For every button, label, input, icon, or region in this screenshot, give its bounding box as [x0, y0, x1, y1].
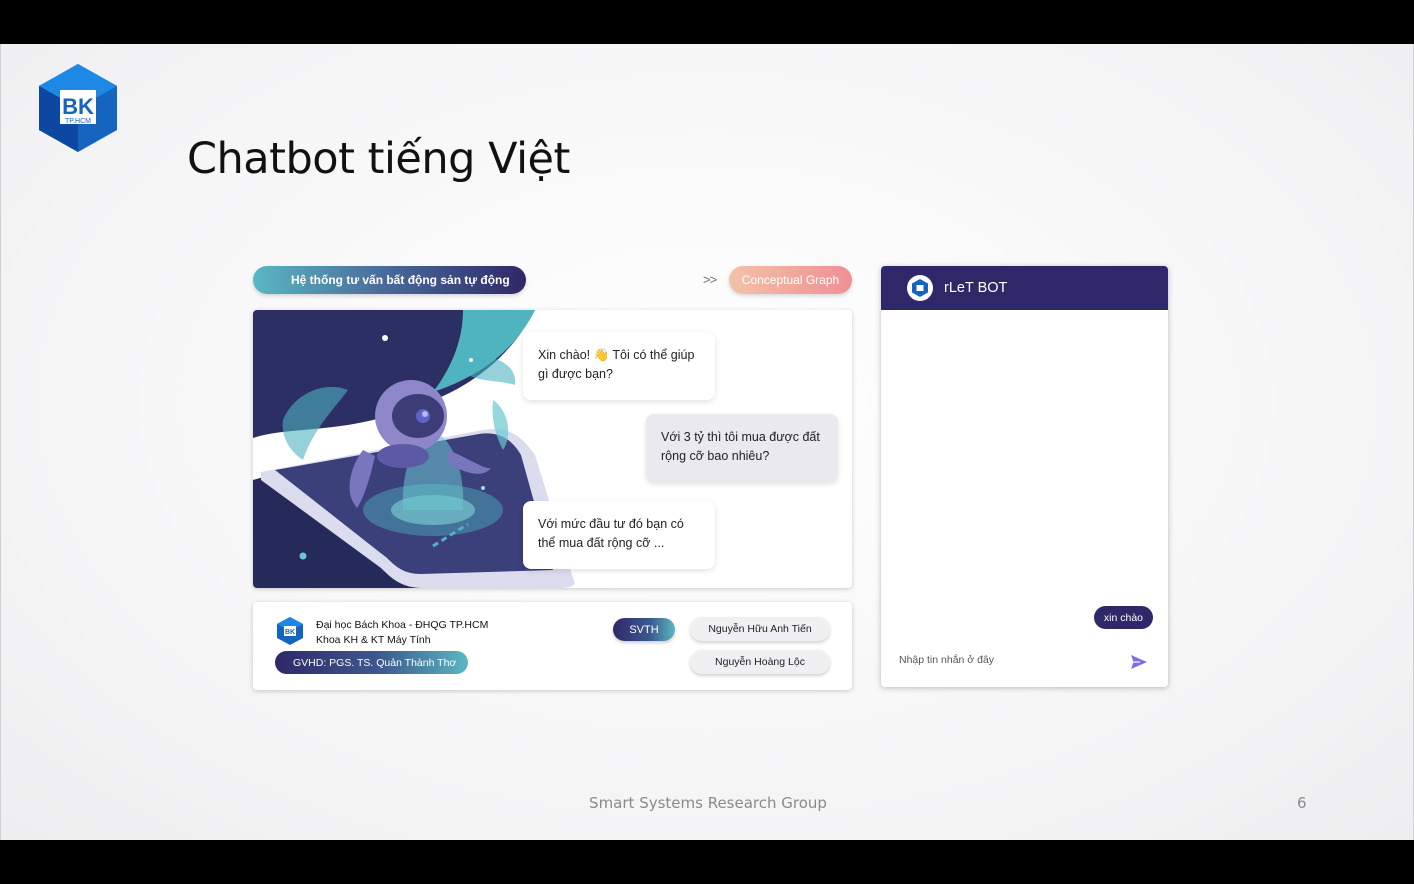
chat-bubble-bot-greeting: Xin chào! 👋 Tôi có thể giúp gì được bạn?	[523, 332, 715, 400]
chat-header: rLeT BOT	[881, 266, 1168, 310]
student-name-pill: Nguyễn Hoàng Lộc	[690, 650, 830, 674]
university-info: Đại học Bách Khoa - ĐHQG TP.HCM Khoa KH …	[316, 618, 488, 648]
chat-widget: rLeT BOT xin chào	[881, 266, 1168, 687]
chevron-right-icon: >>	[703, 272, 717, 287]
credits-card: BK Đại học Bách Khoa - ĐHQG TP.HCM Khoa …	[253, 602, 852, 690]
bk-small-logo-icon: BK	[277, 617, 303, 645]
faculty-name: Khoa KH & KT Máy Tính	[316, 634, 431, 646]
user-message-bubble: xin chào	[1093, 606, 1153, 629]
logo-subtext: TP.HCM	[65, 118, 91, 125]
system-title-pill[interactable]: Hệ thống tư vấn bất động sản tự động	[253, 266, 526, 294]
page-number: 6	[1297, 794, 1307, 812]
small-logo-text: BK	[285, 629, 295, 636]
chat-title: rLeT BOT	[944, 280, 1008, 296]
university-name: Đại học Bách Khoa - ĐHQG TP.HCM	[316, 619, 489, 631]
student-name-pill: Nguyễn Hữu Anh Tiến	[690, 617, 830, 641]
bk-logo: BK TP.HCM	[39, 64, 117, 152]
chat-bubble-user-question: Với 3 tỷ thì tôi mua được đất rộng cỡ ba…	[646, 414, 838, 482]
send-arrow-icon[interactable]	[1130, 654, 1148, 670]
app-mockup: Hệ thống tư vấn bất động sản tự động >> …	[251, 260, 854, 690]
advisor-pill: GVHD: PGS. TS. Quản Thành Thơ	[275, 651, 468, 674]
slide: BK TP.HCM Chatbot tiếng Việt Hệ thống tư…	[0, 44, 1414, 840]
svth-badge: SVTH	[613, 618, 675, 641]
message-input[interactable]	[899, 654, 1109, 666]
conceptual-graph-button[interactable]: Conceptual Graph	[729, 266, 852, 294]
slide-title: Chatbot tiếng Việt	[187, 134, 570, 184]
bot-avatar-icon	[907, 275, 933, 301]
logo-text: BK	[62, 94, 94, 119]
chat-bubble-bot-answer: Với mức đầu tư đó bạn có thể mua đất rộn…	[523, 501, 715, 569]
footer-group-name: Smart Systems Research Group	[589, 794, 827, 812]
hero-card: Xin chào! 👋 Tôi có thể giúp gì được bạn?…	[253, 310, 852, 588]
